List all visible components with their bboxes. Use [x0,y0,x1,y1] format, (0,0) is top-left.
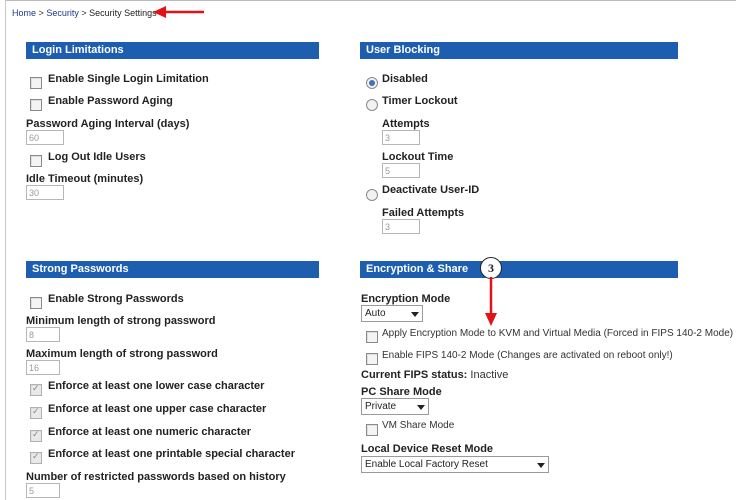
attempts-input[interactable]: 3 [382,130,420,145]
reset-mode-value: Enable Local Factory Reset [365,459,488,470]
logout-idle-checkbox[interactable] [30,155,42,167]
deactivate-user-radio[interactable] [366,189,378,201]
enforce-lower-label: Enforce at least one lower case characte… [48,380,265,392]
breadcrumb-home-link[interactable]: Home [12,8,36,18]
history-label: Number of restricted passwords based on … [26,471,286,483]
enforce-numeric-checkbox[interactable] [30,429,42,442]
pc-share-select[interactable]: Private [361,398,429,415]
max-length-input[interactable]: 16 [26,360,60,375]
callout-number: 3 [480,257,502,279]
idle-timeout-label: Idle Timeout (minutes) [26,173,144,185]
failed-attempts-input[interactable]: 3 [382,219,420,234]
section-header-user-blocking: User Blocking [360,42,678,59]
enforce-upper-checkbox[interactable] [30,406,42,419]
password-aging-label: Enable Password Aging [48,95,173,107]
enforce-upper-label: Enforce at least one upper case characte… [48,403,267,415]
fips-status-value: Inactive [470,369,509,381]
section-header-strong-passwords: Strong Passwords [26,261,319,278]
annotation-arrow-down-icon [485,277,497,326]
reset-mode-select[interactable]: Enable Local Factory Reset [361,456,549,473]
chevron-down-icon [537,463,545,468]
enable-strong-passwords-checkbox[interactable] [30,297,42,309]
apply-kvm-checkbox[interactable] [366,331,378,343]
annotation-arrow-left-icon [153,6,204,18]
deactivate-user-label: Deactivate User-ID [382,184,480,196]
section-header-login-limitations: Login Limitations [26,42,319,59]
pc-share-value: Private [365,401,397,412]
lockout-time-input[interactable]: 5 [382,163,420,178]
enforce-special-checkbox[interactable] [30,451,42,464]
pc-share-label: PC Share Mode [361,386,442,398]
min-length-label: Minimum length of strong password [26,315,216,327]
breadcrumb-current: Security Settings [89,8,157,18]
failed-attempts-label: Failed Attempts [382,207,465,219]
frame-top-border [5,0,736,1]
chevron-down-icon [417,405,425,410]
enforce-special-label: Enforce at least one printable special c… [48,448,295,460]
enable-strong-passwords-label: Enable Strong Passwords [48,293,184,305]
breadcrumb-separator: > [81,8,87,18]
fips-status-label: Current FIPS status: [361,369,468,381]
blocking-disabled-label: Disabled [382,73,428,85]
idle-timeout-input[interactable]: 30 [26,185,64,200]
encryption-mode-value: Auto [365,308,386,319]
enable-fips-checkbox[interactable] [366,353,378,365]
attempts-label: Attempts [382,118,430,130]
min-length-input[interactable]: 8 [26,327,60,342]
frame-left-border [5,0,6,500]
password-aging-checkbox[interactable] [30,99,42,111]
encryption-mode-select[interactable]: Auto [361,305,423,322]
chevron-down-icon [411,312,419,317]
single-login-label: Enable Single Login Limitation [48,73,209,85]
section-header-encryption-share: Encryption & Share [360,261,678,278]
breadcrumb: Home > Security > Security Settings [12,8,157,18]
timer-lockout-radio[interactable] [366,99,378,111]
fips-status: Current FIPS status: Inactive [361,369,508,381]
timer-lockout-label: Timer Lockout [382,95,458,107]
aging-interval-label: Password Aging Interval (days) [26,118,190,130]
encryption-mode-label: Encryption Mode [361,293,451,305]
vm-share-checkbox[interactable] [366,424,378,436]
max-length-label: Maximum length of strong password [26,348,218,360]
vm-share-label: VM Share Mode [382,420,455,431]
breadcrumb-separator: > [38,8,44,18]
enforce-lower-checkbox[interactable] [30,383,42,396]
apply-kvm-label: Apply Encryption Mode to KVM and Virtual… [382,328,734,339]
history-input[interactable]: 5 [26,483,60,498]
reset-mode-label: Local Device Reset Mode [361,443,494,455]
enable-fips-label: Enable FIPS 140-2 Mode (Changes are acti… [382,350,673,361]
aging-interval-input[interactable]: 60 [26,130,64,145]
single-login-checkbox[interactable] [30,77,42,89]
logout-idle-label: Log Out Idle Users [48,151,146,163]
breadcrumb-security-link[interactable]: Security [46,8,79,18]
blocking-disabled-radio[interactable] [366,77,378,89]
enforce-numeric-label: Enforce at least one numeric character [48,426,251,438]
lockout-time-label: Lockout Time [382,151,454,163]
